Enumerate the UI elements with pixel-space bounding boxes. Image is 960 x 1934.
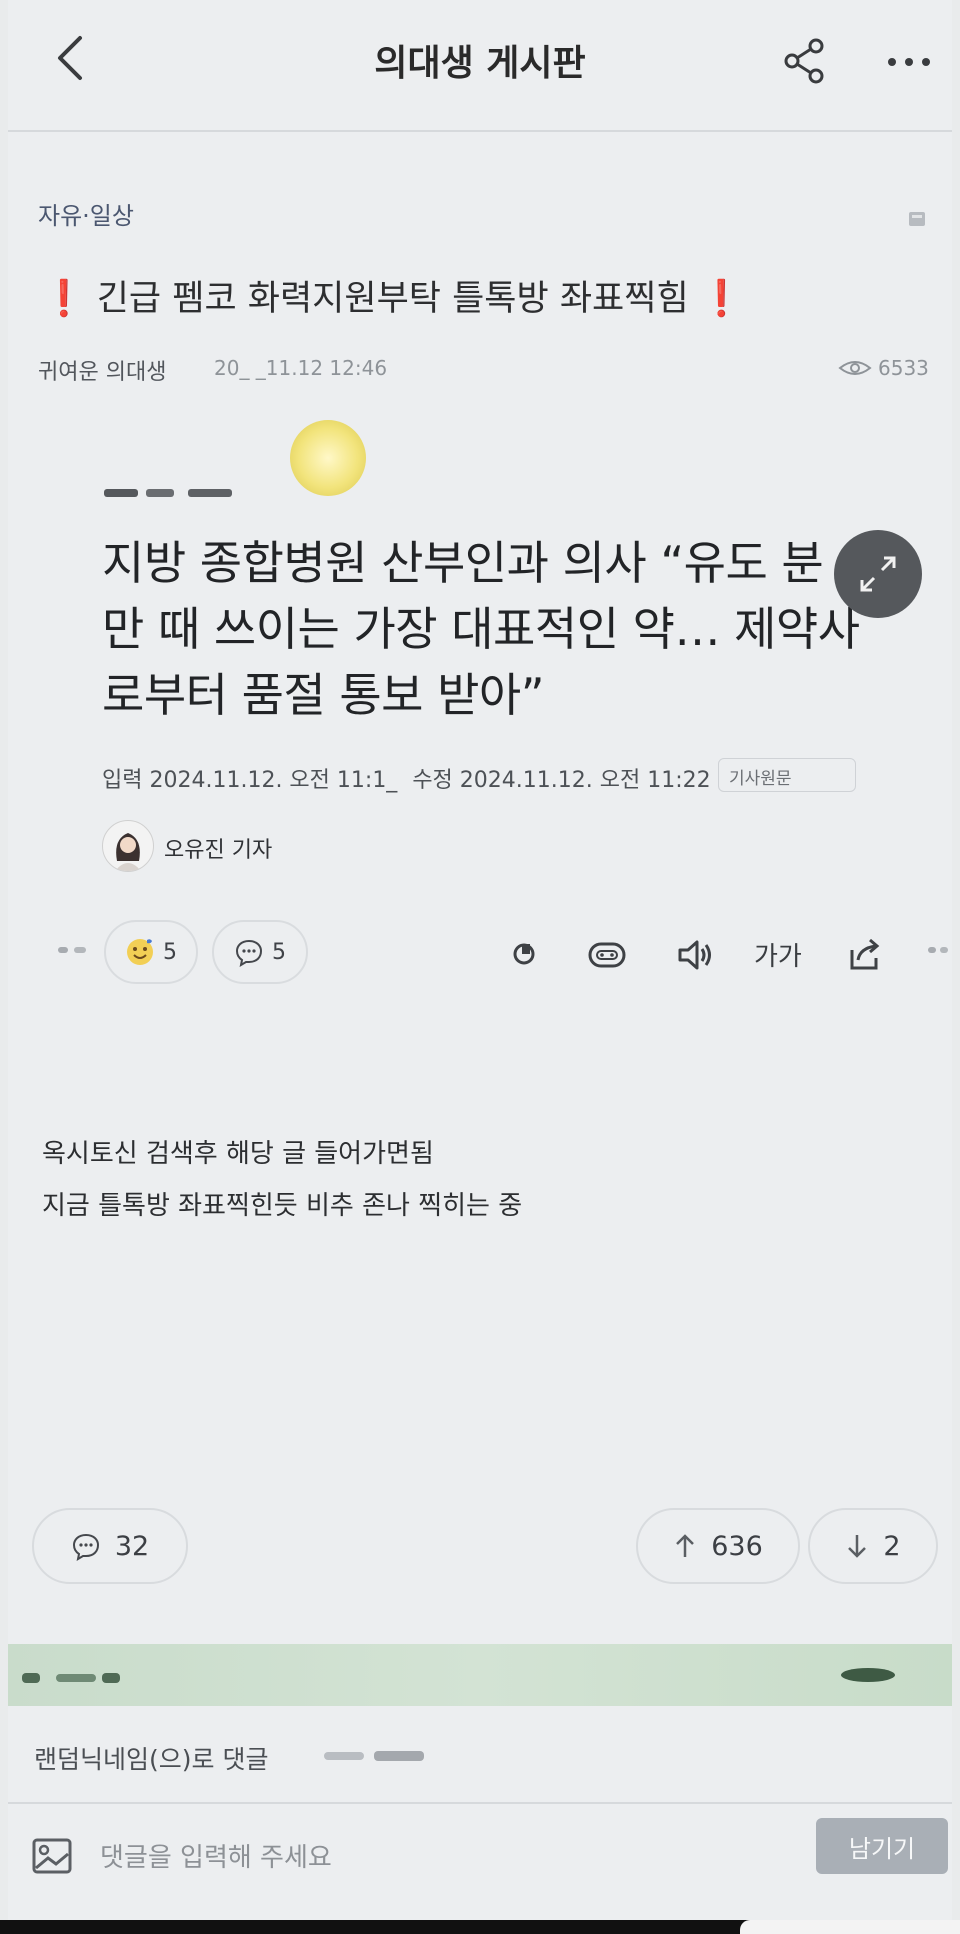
reporter-name[interactable]: 오유진 기자: [164, 832, 272, 864]
original-article-button[interactable]: 기사원문: [718, 758, 856, 792]
article-kicker-blur: [104, 489, 232, 497]
speaker-icon[interactable]: [672, 932, 718, 978]
bookmark-icon[interactable]: [904, 206, 930, 232]
post-date: 20_ _11.12 12:46: [214, 356, 388, 380]
more-options-button[interactable]: [880, 36, 940, 86]
image-attach-button[interactable]: [30, 1834, 74, 1878]
redacted-text-right: [841, 1668, 895, 1682]
top-bar: 의대생 게시판: [8, 0, 952, 132]
headline-line: 로부터 품절 통보 받아”: [102, 668, 545, 722]
post-body: 옥시토신 검색후 해당 글 들어가면됨 지금 틀톡방 좌표찍힌듯 비추 존나 찍…: [42, 1128, 522, 1232]
reaction-count: 5: [163, 939, 177, 965]
article-meta: 입력 2024.11.12. 오전 11:1_ 수정 2024.11.12. 오…: [102, 762, 711, 794]
post-category[interactable]: 자유·일상: [38, 196, 134, 231]
post-author[interactable]: 귀여운 의대생: [38, 354, 166, 386]
article-input-label: 입력: [102, 768, 143, 793]
more-horizontal-icon: [888, 58, 930, 66]
nickname-notice: 랜덤닉네임(으)로 댓글: [34, 1745, 269, 1774]
smile-icon: [127, 939, 153, 965]
headline-line: 지방 종합병원 산부인과 의사 “유도 분: [102, 536, 824, 590]
reaction-button[interactable]: 5: [104, 920, 198, 984]
screen-bottom-edge: [0, 1920, 960, 1934]
speech-bubble-icon: [72, 1533, 99, 1561]
post-title: ❗ 긴급 펨코 화력지원부탁 틀톡방 좌표찍힘 ❗: [42, 270, 743, 321]
redacted-text-left: [22, 1673, 120, 1683]
speech-bubble-icon: [235, 939, 263, 967]
summary-bot-icon[interactable]: [584, 932, 630, 978]
post-body-line: 지금 틀톡방 좌표찍힌듯 비추 존나 찍히는 중: [42, 1191, 523, 1221]
comment-input[interactable]: [100, 1836, 580, 1880]
article-comment-button[interactable]: 5: [212, 920, 308, 984]
expand-arrows-icon: [860, 556, 896, 592]
article-edit-label: 수정: [412, 768, 453, 793]
person-icon: [115, 833, 141, 871]
arrow-down-icon: [848, 1535, 867, 1558]
upvote-count: 636: [711, 1530, 763, 1562]
view-count-value: 6533: [878, 356, 929, 380]
comments-count: 32: [114, 1530, 150, 1562]
post-page: 의대생 게시판 자유·일상 ❗ 긴급 펨코 화력지원부탁 틀톡방 좌표찍힘 ❗: [8, 0, 952, 1920]
eye-icon: [838, 361, 872, 375]
share-article-icon[interactable]: [842, 932, 888, 978]
comments-button[interactable]: 32: [32, 1508, 188, 1584]
upvote-button[interactable]: 636: [636, 1508, 800, 1584]
exclamation-icon: ❗: [699, 279, 744, 319]
submit-comment-button[interactable]: 남기기: [816, 1818, 948, 1874]
post-title-text: 긴급 펨코 화력지원부탁 틀톡방 좌표찍힘: [96, 279, 689, 319]
downvote-button[interactable]: 2: [808, 1508, 938, 1584]
comment-notice-band: [8, 1644, 952, 1706]
post-body-line: 옥시토신 검색후 해당 글 들어가면됨: [42, 1139, 434, 1169]
share-icon: [784, 38, 824, 84]
partial-icon-right: [928, 947, 948, 953]
font-size-button[interactable]: 가가: [754, 936, 802, 973]
exclamation-icon: ❗: [42, 279, 86, 319]
headline-line: 만 때 쓰이는 가장 대표적인 약… 제약사: [102, 602, 860, 656]
expand-button[interactable]: [834, 530, 922, 618]
image-icon: [32, 1838, 72, 1874]
bookmark-blur-icon[interactable]: [502, 932, 548, 978]
article-input-date: 2024.11.12. 오전 11:1_: [149, 768, 398, 793]
article-edit-date: 2024.11.12. 오전 11:22: [459, 768, 711, 793]
home-indicator: [740, 1920, 960, 1934]
arrow-up-icon: [676, 1534, 695, 1557]
article-headline: 지방 종합병원 산부인과 의사 “유도 분 만 때 쓰이는 가장 대표적인 약……: [102, 530, 922, 728]
redacted-text: [324, 1751, 424, 1761]
reporter-avatar[interactable]: [102, 820, 154, 872]
article-comment-count: 5: [272, 939, 286, 965]
screen-glare: [290, 420, 366, 496]
share-button[interactable]: [780, 36, 830, 86]
view-count: 6533: [838, 356, 929, 380]
partial-icon-left: [58, 947, 86, 953]
downvote-count: 2: [883, 1530, 901, 1562]
